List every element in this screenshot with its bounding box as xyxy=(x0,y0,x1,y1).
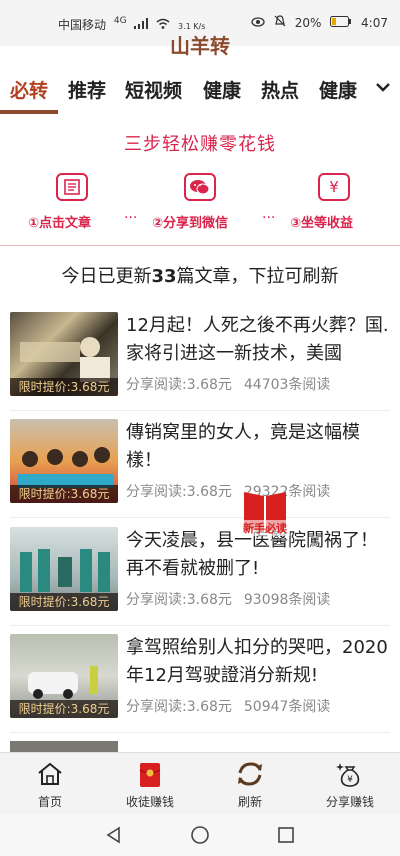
article-thumbnail[interactable]: 限时提价:3.68元 xyxy=(10,312,118,396)
money-bag-icon: ¥ xyxy=(336,761,364,787)
article-item[interactable]: 限时提价:3.68元 12月起！人死之後不再火葬？国.家将引进这一新技术，美國 … xyxy=(0,312,400,420)
chevron-down-icon[interactable] xyxy=(376,76,390,97)
active-tab-indicator xyxy=(0,110,58,114)
newbie-guide-label: 新手必读 xyxy=(240,520,290,536)
nav-recruit-label: 收徒赚钱 xyxy=(125,795,174,809)
article-thumbnail[interactable]: 限时提价:3.68元 xyxy=(10,419,118,503)
divider xyxy=(10,410,390,411)
read-count: 50947条阅读 xyxy=(243,699,331,715)
read-count: 44703条阅读 xyxy=(243,377,331,393)
mute-icon xyxy=(274,15,290,30)
red-envelope-icon xyxy=(136,761,164,787)
article-meta: 分享阅读:3.68元 44703条阅读 xyxy=(126,374,342,394)
article-meta: 分享阅读:3.68元 93098条阅读 xyxy=(126,589,342,609)
nav-home[interactable]: 首页 xyxy=(0,753,100,815)
article-meta: 分享阅读:3.68元 50947条阅读 xyxy=(126,696,342,716)
share-read-price: 分享阅读:3.68元 xyxy=(126,377,232,393)
read-count: 93098条阅读 xyxy=(243,592,331,608)
step-3-label: ③坐等收益 xyxy=(290,216,354,231)
article-thumbnail[interactable]: 限时提价:3.68元 xyxy=(10,527,118,611)
refresh-icon xyxy=(236,761,264,787)
step-1-label: ①点击文章 xyxy=(28,216,92,231)
article-meta: 分享阅读:3.68元 29322条阅读 xyxy=(126,481,342,501)
divider xyxy=(10,732,390,733)
article-title[interactable]: 傳销窝里的女人，竟是这幅模樣！ xyxy=(126,419,392,475)
svg-text:¥: ¥ xyxy=(347,775,353,785)
home-icon xyxy=(36,761,64,787)
article-title[interactable]: 12月起！人死之後不再火葬？国.家将引进这一新技术，美國 xyxy=(126,312,392,368)
tab-recommend[interactable]: 推荐 xyxy=(68,76,106,103)
nav-refresh[interactable]: 刷新 xyxy=(200,753,300,815)
share-read-price: 分享阅读:3.68元 xyxy=(126,484,232,500)
tab-health-2[interactable]: 健康 xyxy=(319,76,357,103)
article-item[interactable]: 限时提价:3.68元 傳销窝里的女人，竟是这幅模樣！ 分享阅读:3.68元 293… xyxy=(0,419,400,527)
clock: 4:07 xyxy=(361,16,388,30)
back-icon[interactable] xyxy=(104,825,124,845)
step-separator-1: ··· xyxy=(124,210,138,226)
svg-text:¥: ¥ xyxy=(329,178,339,196)
tab-bizhuan[interactable]: 必转 xyxy=(10,76,48,103)
nav-share-earn-label: 分享赚钱 xyxy=(325,795,374,809)
step-separator-2: ··· xyxy=(262,210,276,226)
eye-icon xyxy=(251,16,269,30)
steps-title: 三步轻松赚零花钱 xyxy=(124,134,276,155)
home-circle-icon[interactable] xyxy=(190,825,210,845)
bottom-nav: 首页 收徒赚钱 刷新 ¥ 分享赚钱 xyxy=(0,752,400,815)
tab-hot[interactable]: 热点 xyxy=(261,76,299,103)
system-nav-bar xyxy=(0,814,400,856)
article-title[interactable]: 拿驾照给别人扣分的哭吧，2020年12月驾驶證消分新规! xyxy=(126,634,392,690)
recents-icon[interactable] xyxy=(276,825,296,845)
price-badge: 限时提价:3.68元 xyxy=(10,378,118,396)
divider xyxy=(10,517,390,518)
divider xyxy=(0,245,400,246)
nav-recruit[interactable]: 收徒赚钱 xyxy=(100,753,200,815)
yuan-icon: ¥ xyxy=(318,173,350,201)
app-title: 山羊转 xyxy=(170,34,230,58)
update-prefix: 今日已更新 xyxy=(61,266,152,287)
category-tabs: 必转 推荐 短视频 健康 热点 健康 xyxy=(0,66,400,116)
article-thumbnail[interactable] xyxy=(10,741,118,752)
article-thumbnail[interactable]: 限时提价:3.68元 xyxy=(10,634,118,718)
status-right: 20% 4:07 xyxy=(246,15,388,30)
price-badge: 限时提价:3.68元 xyxy=(10,700,118,718)
price-badge: 限时提价:3.68元 xyxy=(10,593,118,611)
battery-percent: 20% xyxy=(294,16,322,30)
update-notice: 今日已更新33篇文章，下拉可刷新 xyxy=(0,262,400,288)
battery-icon xyxy=(330,16,356,30)
step-2-label: ②分享到微信 xyxy=(152,216,229,231)
divider xyxy=(10,625,390,626)
share-read-price: 分享阅读:3.68元 xyxy=(126,592,232,608)
price-badge: 限时提价:3.68元 xyxy=(10,485,118,503)
nav-refresh-label: 刷新 xyxy=(237,795,262,809)
share-read-price: 分享阅读:3.68元 xyxy=(126,699,232,715)
article-icon xyxy=(56,173,88,201)
article-item[interactable]: 限时提价:3.68元 拿驾照给别人扣分的哭吧，2020年12月驾驶證消分新规! … xyxy=(0,634,400,742)
nav-share-earn[interactable]: ¥ 分享赚钱 xyxy=(300,753,400,815)
network-type: 4G xyxy=(113,16,127,26)
nav-home-label: 首页 xyxy=(37,795,62,809)
update-suffix: 篇文章，下拉可刷新 xyxy=(176,266,339,287)
newbie-guide-badge[interactable]: 新手必读 xyxy=(240,488,290,548)
article-item[interactable]: 限时提价:3.68元 今天凌晨，县一医醫院闖祸了！再不看就被删了! 分享阅读:3… xyxy=(0,527,400,635)
tab-health[interactable]: 健康 xyxy=(203,76,241,103)
update-count: 33 xyxy=(151,266,177,287)
wechat-icon xyxy=(184,173,216,201)
tab-short-video[interactable]: 短视频 xyxy=(125,76,182,103)
